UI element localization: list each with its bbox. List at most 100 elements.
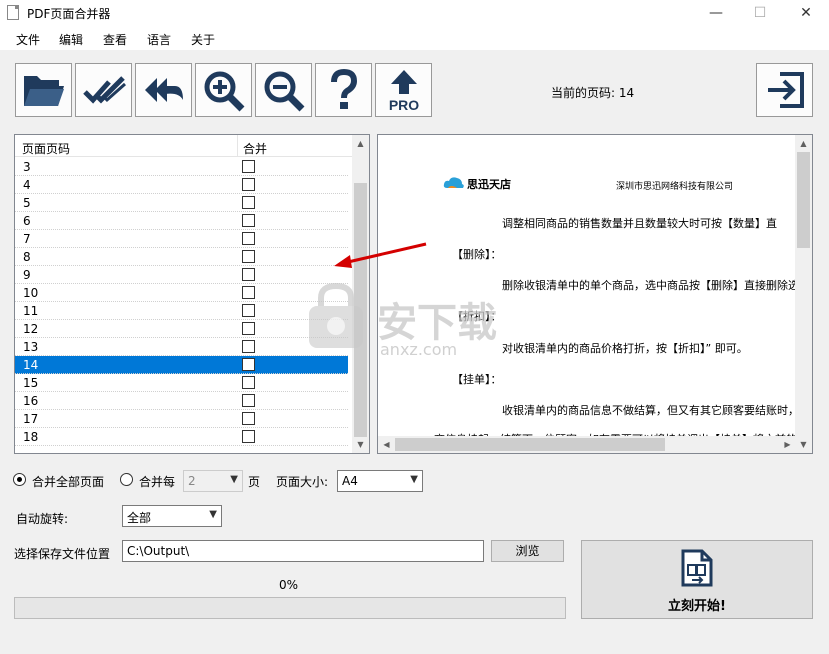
merge-checkbox[interactable] xyxy=(242,304,255,317)
list-item[interactable]: 4 xyxy=(15,176,348,194)
merge-every-radio[interactable] xyxy=(120,473,133,486)
save-path-input[interactable]: C:\Output\ xyxy=(122,540,484,562)
auto-rotate-select[interactable]: 全部 ▼ xyxy=(122,505,222,527)
preview-brand: 思迅天店 xyxy=(467,178,511,191)
list-item[interactable]: 15 xyxy=(15,374,348,392)
merge-document-icon xyxy=(681,549,713,587)
page-size-select[interactable]: A4 ▼ xyxy=(337,470,423,492)
list-item[interactable]: 3 xyxy=(15,158,348,176)
preview-heading-hold: 【挂单】： xyxy=(452,373,502,386)
merge-checkbox[interactable] xyxy=(242,322,255,335)
page-number: 7 xyxy=(23,232,31,246)
page-size-label: 页面大小: xyxy=(276,475,329,489)
list-item[interactable]: 8 xyxy=(15,248,348,266)
chevron-down-icon: ▼ xyxy=(209,509,217,520)
preview-scroll-up-arrow[interactable]: ▲ xyxy=(795,135,812,152)
page-number: 5 xyxy=(23,196,31,210)
menu-about[interactable]: 关于 xyxy=(191,31,215,48)
page-column-header[interactable]: 页面页码 xyxy=(22,140,70,157)
zoom-in-icon xyxy=(204,71,244,112)
merge-checkbox[interactable] xyxy=(242,196,255,209)
progress-bar xyxy=(14,597,566,619)
merge-all-label[interactable]: 合并全部页面 xyxy=(32,473,104,490)
page-number: 9 xyxy=(23,268,31,282)
list-item[interactable]: 14 xyxy=(15,356,348,374)
merge-checkbox[interactable] xyxy=(242,430,255,443)
preview-scroll-down-arrow[interactable]: ▼ xyxy=(795,436,812,453)
list-item[interactable]: 18 xyxy=(15,428,348,446)
merge-every-label[interactable]: 合并每 xyxy=(139,473,175,490)
column-divider[interactable] xyxy=(237,135,238,157)
merge-checkbox[interactable] xyxy=(242,376,255,389)
chevron-down-icon: ▼ xyxy=(230,474,238,485)
preview-scroll-left-arrow[interactable]: ◀ xyxy=(378,436,395,453)
page-number: 13 xyxy=(23,340,39,354)
up-arrow-pro-icon: PRO xyxy=(388,70,419,112)
merge-checkbox[interactable] xyxy=(242,394,255,407)
minimize-button[interactable]: — xyxy=(693,0,739,28)
list-item[interactable]: 7 xyxy=(15,230,348,248)
check-all-button[interactable] xyxy=(75,63,132,117)
cloud-logo-icon xyxy=(443,177,464,188)
double-back-arrow-icon xyxy=(144,78,183,102)
watermark-subtext: anxz.com xyxy=(380,340,458,359)
start-merge-button[interactable]: 立刻开始! xyxy=(581,540,813,619)
page-number: 18 xyxy=(23,430,39,444)
preview-vertical-thumb[interactable] xyxy=(797,152,810,248)
list-item[interactable]: 11 xyxy=(15,302,348,320)
current-page-label: 当前的页码: 14 xyxy=(551,86,635,100)
list-item[interactable]: 16 xyxy=(15,392,348,410)
scroll-up-arrow[interactable]: ▲ xyxy=(352,135,369,152)
zoom-in-button[interactable] xyxy=(195,63,252,117)
maximize-button[interactable]: ☐ xyxy=(737,0,783,28)
help-button[interactable] xyxy=(315,63,372,117)
preview-company: 深圳市思迅网络科技有限公司 xyxy=(616,182,734,192)
menu-file[interactable]: 文件 xyxy=(16,31,40,48)
exit-button[interactable] xyxy=(756,63,813,117)
merge-every-select[interactable]: 2 ▼ xyxy=(183,470,243,492)
preview-vertical-scrollbar[interactable]: ▲ ▼ xyxy=(795,135,812,453)
list-item[interactable]: 9 xyxy=(15,266,348,284)
menu-bar: 文件 编辑 查看 语言 关于 xyxy=(0,28,829,50)
list-item[interactable]: 17 xyxy=(15,410,348,428)
watermark-shield-icon xyxy=(305,282,367,352)
merge-checkbox[interactable] xyxy=(242,268,255,281)
list-item[interactable]: 5 xyxy=(15,194,348,212)
window-title: PDF页面合并器 xyxy=(27,7,111,21)
menu-view[interactable]: 查看 xyxy=(103,31,127,48)
merge-checkbox[interactable] xyxy=(242,358,255,371)
page-number: 10 xyxy=(23,286,39,300)
scroll-down-arrow[interactable]: ▼ xyxy=(352,436,369,453)
browse-button[interactable]: 浏览 xyxy=(491,540,564,562)
close-button[interactable]: ✕ xyxy=(783,0,829,28)
merge-checkbox[interactable] xyxy=(242,178,255,191)
merge-checkbox[interactable] xyxy=(242,232,255,245)
page-number: 17 xyxy=(23,412,39,426)
open-folder-button[interactable] xyxy=(15,63,72,117)
page-number: 15 xyxy=(23,376,39,390)
page-number: 8 xyxy=(23,250,31,264)
preview-line-3: 对收银清单内的商品价格打折，按【折扣】” 即可。 xyxy=(502,342,748,355)
list-item[interactable]: 12 xyxy=(15,320,348,338)
merge-all-radio[interactable] xyxy=(13,473,26,486)
back-button[interactable] xyxy=(135,63,192,117)
merge-checkbox[interactable] xyxy=(242,214,255,227)
zoom-out-button[interactable] xyxy=(255,63,312,117)
list-item[interactable]: 10 xyxy=(15,284,348,302)
merge-checkbox[interactable] xyxy=(242,340,255,353)
menu-language[interactable]: 语言 xyxy=(147,31,171,48)
list-item[interactable]: 13 xyxy=(15,338,348,356)
preview-horizontal-thumb[interactable] xyxy=(395,438,665,451)
preview-horizontal-scrollbar[interactable]: ◀ ▶ xyxy=(378,436,796,453)
merge-checkbox[interactable] xyxy=(242,412,255,425)
upgrade-pro-button[interactable]: PRO xyxy=(375,63,432,117)
merge-column-header[interactable]: 合并 xyxy=(243,140,267,157)
merge-checkbox[interactable] xyxy=(242,286,255,299)
preview-scroll-right-arrow[interactable]: ▶ xyxy=(779,436,796,453)
menu-edit[interactable]: 编辑 xyxy=(59,31,83,48)
list-item[interactable]: 6 xyxy=(15,212,348,230)
merge-checkbox[interactable] xyxy=(242,250,255,263)
page-number: 6 xyxy=(23,214,31,228)
pro-label: PRO xyxy=(388,97,418,112)
merge-checkbox[interactable] xyxy=(242,160,255,173)
